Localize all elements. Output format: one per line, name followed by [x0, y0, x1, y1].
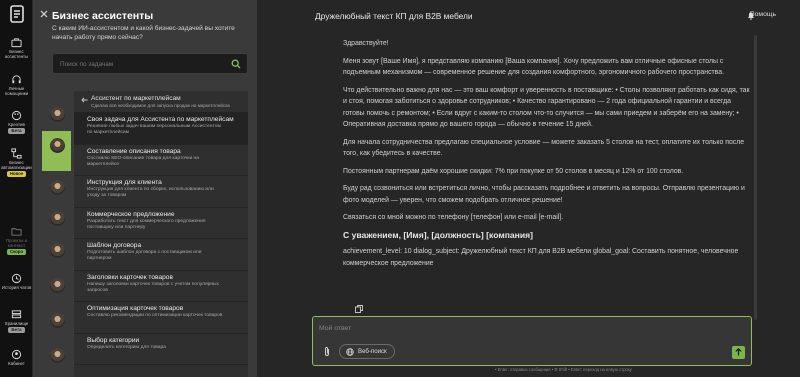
task-search	[52, 53, 248, 74]
task-item[interactable]: Выбор категории Определить категорию для…	[74, 334, 248, 365]
avatar[interactable]	[50, 180, 65, 195]
web-search-label: Веб-поиск	[358, 348, 387, 355]
assistant-name: Ассистент по маркетплейсам	[91, 95, 181, 102]
task-item[interactable]: Инструкция для клиента Инструкция для кл…	[74, 176, 248, 208]
task-title: Заголовки карточек товаров	[87, 273, 173, 281]
message-paragraph: Буду рад созвониться или встретиться лич…	[343, 185, 745, 204]
task-item[interactable]: Коммерческое предложение Разработать тек…	[74, 208, 248, 239]
new-badge: Новое	[6, 171, 27, 177]
panel-title: Бизнес ассистенты	[52, 10, 154, 22]
message-paragraph: Меня зовут [Ваше Имя], я представляю ком…	[343, 57, 724, 77]
flow-icon	[11, 148, 22, 159]
scrollbar[interactable]	[754, 35, 757, 320]
web-search-button[interactable]: Веб-поиск	[339, 344, 395, 359]
soon-badge: Скоро	[6, 249, 27, 255]
message-greeting: Здравствуйте!	[343, 40, 389, 47]
avatar[interactable]	[50, 107, 65, 122]
copy-icon[interactable]	[355, 305, 363, 313]
storage-icon	[11, 309, 22, 320]
message-meta: achievement_level: 10 dialog_subject: Др…	[343, 248, 739, 267]
arrow-up-icon	[735, 348, 742, 356]
task-title: Оптимизация карточек товаров	[87, 305, 184, 312]
task-title: Составление описания товара	[87, 147, 181, 155]
send-button[interactable]	[732, 346, 745, 359]
rail-item-label: Проекты и контекст	[5, 238, 28, 248]
task-description: Составлю рекомендации по оптимизации кар…	[87, 313, 223, 318]
message-signoff: С уважением, [Имя], [должность] [компани…	[343, 229, 534, 240]
rail-item-personal-helpers[interactable]: Личные помощники	[0, 74, 33, 96]
keyboard-hint: • Enter: отправка сообщения • Ф Shift • …	[495, 367, 632, 372]
rail-item-projects[interactable]: Проекты и контекст Скоро	[0, 226, 33, 255]
search-input[interactable]	[60, 58, 220, 70]
task-item[interactable]: Составление описания товара Составлю SEO…	[74, 145, 248, 176]
task-description: Инструкция для клиента по сборке, исполь…	[87, 187, 214, 198]
task-title: Инструкция для клиента	[87, 179, 162, 186]
chat-area: Дружелюбный текст КП для B2B мебели Помо…	[257, 0, 800, 377]
icon-rail: Бизнес ассистенты Личные помощники Креот…	[0, 0, 33, 377]
back-arrow-icon[interactable]	[81, 97, 88, 103]
avatar[interactable]	[50, 243, 65, 258]
palette-icon	[11, 110, 22, 121]
rail-item-label: Креотив	[8, 122, 25, 127]
rail-item-creative[interactable]: Креотив Бета	[0, 110, 33, 134]
bag-icon	[11, 37, 22, 48]
help-link[interactable]: Помощь	[750, 11, 776, 18]
globe-icon	[346, 348, 354, 356]
task-item[interactable]: Оптимизация карточек товаров Составлю ре…	[74, 302, 248, 334]
task-description: Подготовить шаблон договора с поставщико…	[87, 250, 202, 261]
beta-badge: Бета	[8, 128, 25, 134]
message-paragraph: Связаться со мной можно по телефону [тел…	[343, 214, 564, 221]
message-paragraph: Постоянным партнерам даём хорошие скидки…	[343, 167, 684, 175]
message-paragraph: Что действительно важно для нас — это ва…	[343, 86, 750, 129]
rail-item-label: Бизнес автоматизации	[1, 160, 32, 170]
assistant-description: Сделаю всё необходимое для запуска прода…	[91, 103, 230, 108]
rail-item-label: Бизнес ассистенты	[4, 49, 29, 59]
task-description: Составлю SEO-описание товара для карточк…	[87, 155, 199, 167]
rail-item-business-assistants[interactable]: Бизнес ассистенты	[0, 37, 33, 59]
avatar[interactable]	[50, 278, 65, 293]
rail-item-label: Кабинет	[8, 361, 25, 366]
folder-icon	[11, 226, 22, 237]
task-item[interactable]: Своя задача для Ассистента по маркетплей…	[74, 113, 248, 145]
avatar[interactable]	[50, 138, 65, 153]
rail-item-automations[interactable]: Бизнес автоматизации Новое	[0, 148, 33, 177]
reply-input[interactable]	[319, 322, 719, 334]
task-list: Ассистент по маркетплейсам Сделаю всё не…	[74, 91, 248, 377]
rail-item-label: История чатов	[1, 285, 32, 290]
rail-item-label: Хранилище	[4, 321, 29, 326]
rail-item-chat-history[interactable]: История чатов	[0, 273, 33, 290]
close-icon[interactable]	[40, 10, 48, 18]
paperclip-icon[interactable]	[323, 346, 331, 357]
assistant-message: Здравствуйте! Меня зовут [Ваше Имя], я п…	[343, 38, 753, 275]
assistant-header[interactable]: Ассистент по маркетплейсам Сделаю всё не…	[74, 91, 248, 113]
chat-title: Дружелюбный текст КП для B2B мебели	[315, 11, 473, 21]
headset-icon	[11, 74, 22, 85]
avatar[interactable]	[50, 211, 65, 226]
search-icon[interactable]	[231, 59, 241, 69]
history-icon	[11, 273, 22, 284]
avatar[interactable]	[50, 313, 65, 328]
rail-item-cabinet[interactable]: Кабинет	[0, 349, 33, 366]
task-description: Определить категорию для товара	[87, 344, 166, 350]
panel-subtitle: С каким ИИ-ассистентом и какой бизнес-за…	[52, 25, 235, 41]
chat-header: Дружелюбный текст КП для B2B мебели Помо…	[257, 0, 800, 32]
message-composer: Веб-поиск	[312, 316, 752, 366]
task-title: Коммерческое предложение	[87, 210, 175, 218]
task-title: Шаблон договора	[87, 242, 142, 249]
rail-item-label: Личные помощники	[4, 86, 29, 96]
beta-badge: Бета	[8, 327, 25, 333]
task-title: Выбор категории	[87, 336, 140, 344]
logo-icon[interactable]	[9, 5, 25, 23]
task-item[interactable]: Заголовки карточек товаров Напишу заголо…	[74, 271, 248, 302]
task-description: Разработать текст для коммерческого пред…	[87, 218, 206, 230]
user-icon	[11, 349, 22, 360]
avatar[interactable]	[50, 348, 65, 363]
task-description: Напишу заголовки карточек товаров с учет…	[87, 281, 219, 293]
task-item[interactable]: Шаблон договора Подготовить шаблон догов…	[74, 239, 248, 271]
rail-item-storage[interactable]: Хранилище Бета	[0, 309, 33, 333]
task-title: Своя задача для Ассистента по маркетплей…	[87, 116, 234, 123]
message-paragraph: Для начала сотрудничества предлагаю спец…	[343, 138, 745, 158]
task-description: Решение любых задач вашим персональным А…	[87, 124, 221, 135]
